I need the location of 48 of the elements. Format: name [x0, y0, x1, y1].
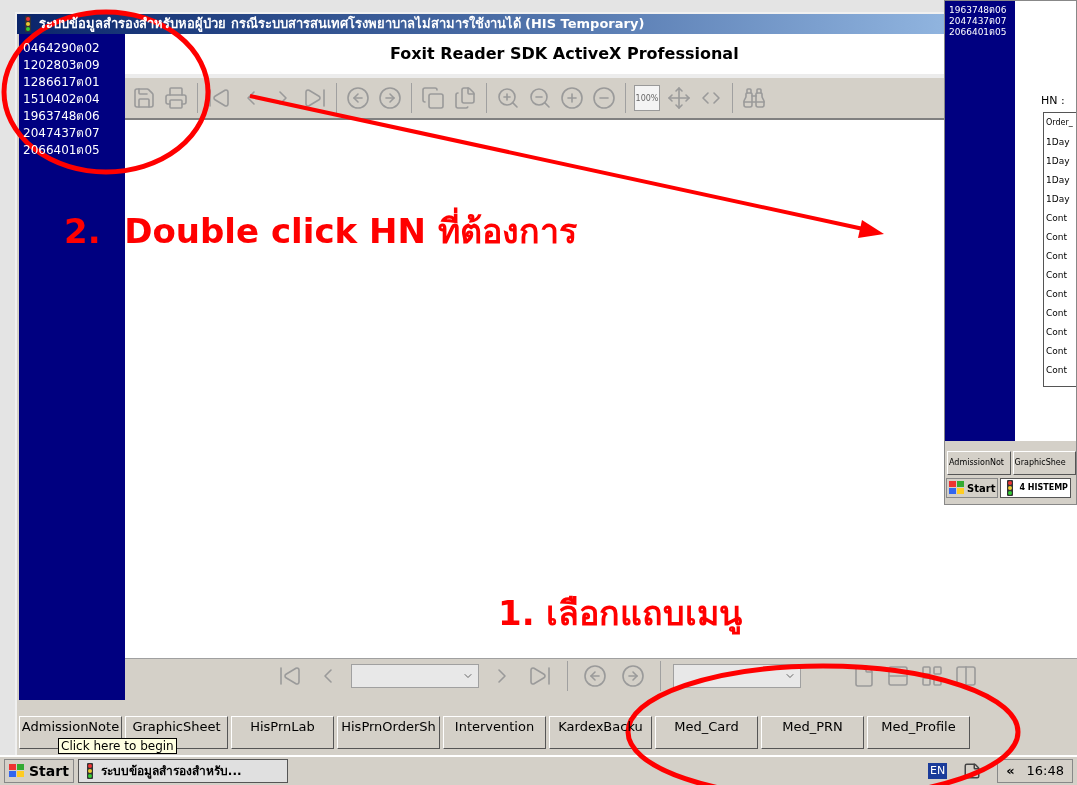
- windows-logo-icon: [949, 481, 965, 495]
- hn-list-item[interactable]: 1963748ต06: [949, 5, 1015, 16]
- taskbar-task[interactable]: 4 HISTEMP: [1000, 478, 1071, 498]
- tooltip: Click here to begin: [58, 738, 177, 754]
- menu-tab[interactable]: Med_Card: [655, 716, 758, 749]
- start-button[interactable]: Start: [946, 478, 999, 498]
- actual-size-button[interactable]: 100%: [634, 85, 660, 111]
- menu-tab[interactable]: Intervention: [443, 716, 546, 749]
- hn-list-item[interactable]: 2047437ต07: [949, 16, 1015, 27]
- table-cell-text: 1Day: [1045, 173, 1071, 187]
- hn-list-item[interactable]: 2066401ต05: [949, 27, 1015, 38]
- menu-tab[interactable]: HisPrnOrderSh: [337, 716, 440, 749]
- hn-list-item[interactable]: 2047437ต07: [23, 125, 125, 142]
- table-cell-text: Cont: [1045, 306, 1069, 320]
- hn-list-item[interactable]: 0464290ต02: [23, 40, 125, 57]
- windows-logo-icon: [9, 764, 25, 778]
- table-cell-text: Cont: [1045, 363, 1069, 377]
- table-cell-text: Cont: [1045, 287, 1069, 301]
- table-cell-text: Cont: [1045, 230, 1069, 244]
- table-cell-text: Cont: [1045, 344, 1069, 358]
- hn-list-item[interactable]: 1286617ต01: [23, 74, 125, 91]
- annotation-text: 2. Double click HN ที่ต้องการ: [64, 206, 577, 257]
- menu-tab[interactable]: AdmissionNot: [947, 451, 1011, 475]
- table-cell-text: Cont: [1045, 211, 1069, 225]
- table-cell-text: Cont: [1045, 268, 1069, 282]
- menu-tab[interactable]: GraphicShee: [1012, 451, 1076, 475]
- annotation-text: 1. เลือกแถบเมนู: [498, 592, 743, 637]
- menu-tab[interactable]: HisPrnLab: [231, 716, 334, 749]
- table-cell-text: 1Day: [1045, 154, 1071, 168]
- hn-list-item[interactable]: 1963748ต06: [23, 108, 125, 125]
- table-cell-text: Cont: [1045, 325, 1069, 339]
- hn-list-item[interactable]: 1202803ต09: [23, 57, 125, 74]
- table-cell-text: 1Day: [1045, 135, 1071, 149]
- table-cell-text: Cont: [1045, 249, 1069, 263]
- tray-collapse[interactable]: «: [1006, 761, 1015, 781]
- viewer-title: Foxit Reader SDK ActiveX Professional: [390, 43, 739, 65]
- hn-list-item[interactable]: 1510402ต04: [23, 91, 125, 108]
- hn-label: HN :: [1040, 93, 1066, 109]
- taskbar-task[interactable]: ระบบข้อมูลสำรองสำหรับ...: [77, 759, 288, 783]
- page-dropdown[interactable]: [351, 663, 479, 688]
- note-icon[interactable]: [963, 762, 982, 780]
- column-header: Order_: [1045, 116, 1074, 129]
- menu-tab[interactable]: Med_Profile: [867, 716, 970, 749]
- language-indicator[interactable]: EN: [927, 762, 948, 780]
- clock: 16:48: [1026, 762, 1064, 781]
- start-button[interactable]: Start: [4, 759, 74, 783]
- menu-tab[interactable]: Med_PRN: [761, 716, 864, 749]
- table-cell-text: 1Day: [1045, 192, 1071, 206]
